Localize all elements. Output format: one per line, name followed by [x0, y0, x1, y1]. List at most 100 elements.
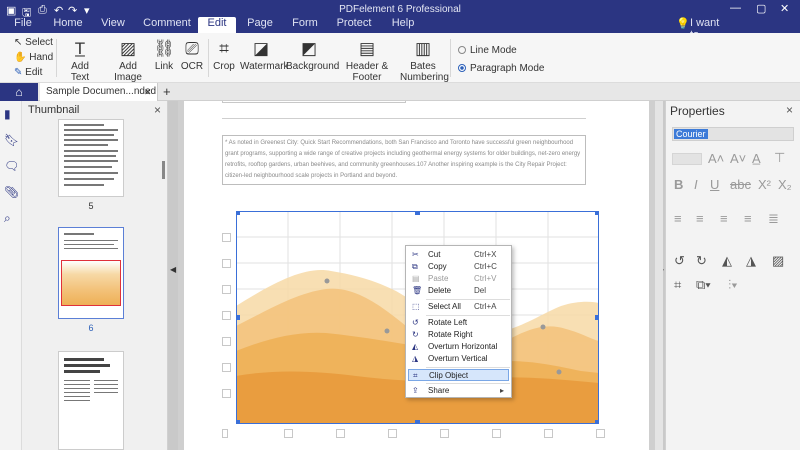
- minimize-button[interactable]: —: [730, 2, 741, 14]
- menu-item-select-all[interactable]: ⬚ Select All Ctrl+A: [408, 301, 509, 313]
- paragraph-text-box[interactable]: * As noted in Greenest City: Quick Start…: [222, 135, 586, 185]
- paragraph-mode-radio[interactable]: Paragraph Mode: [458, 63, 545, 74]
- font-family-select[interactable]: Courier: [672, 127, 794, 141]
- replace-image-icon[interactable]: ▨: [772, 253, 784, 269]
- page-thumbnail-6-selected[interactable]: [58, 227, 124, 319]
- bold-icon[interactable]: B: [674, 177, 683, 192]
- header-footer-icon: ▤: [358, 39, 376, 58]
- increase-font-icon[interactable]: A˄: [708, 151, 724, 166]
- paste-icon: ▤: [412, 274, 420, 283]
- hand-tool[interactable]: ✋ Hand: [14, 52, 53, 63]
- ocr-button[interactable]: ⎚ OCR: [180, 37, 204, 72]
- line-mode-radio[interactable]: Line Mode: [458, 45, 517, 56]
- window-title: PDFelement 6 Professional: [339, 4, 461, 15]
- menu-help[interactable]: Help: [388, 17, 418, 33]
- strikethrough-icon[interactable]: abc: [730, 177, 751, 192]
- menu-item-cut[interactable]: ✂ Cut Ctrl+X: [408, 249, 509, 261]
- menu-item-copy[interactable]: ⧉ Copy Ctrl+C: [408, 261, 509, 273]
- menu-item-share[interactable]: ⇪ Share ▸: [408, 385, 509, 397]
- edit-tool[interactable]: ✎ Edit: [14, 67, 42, 78]
- subscript-icon[interactable]: X₂: [778, 177, 792, 192]
- rotate-left-icon[interactable]: ↺: [674, 253, 685, 269]
- font-size-select[interactable]: [672, 153, 702, 165]
- menu-item-rotate-right[interactable]: ↻ Rotate Right: [408, 329, 509, 341]
- add-text-button[interactable]: T̲ Add Text: [62, 37, 98, 83]
- scissors-icon: ✂: [412, 250, 419, 259]
- attachment-icon[interactable]: 📎︎: [4, 185, 19, 199]
- underline-icon[interactable]: U: [710, 177, 719, 192]
- maximize-button[interactable]: ▢: [756, 2, 766, 15]
- align-left-icon[interactable]: ≡: [674, 211, 682, 226]
- chart-point: [324, 278, 330, 284]
- menu-file[interactable]: File: [8, 17, 38, 33]
- page-thumbnail-7[interactable]: [58, 351, 124, 450]
- home-icon: ⌂: [15, 85, 23, 99]
- italic-icon[interactable]: I: [694, 177, 698, 192]
- text-box-icon[interactable]: ⊤: [774, 150, 785, 166]
- crop-icon[interactable]: ⌗: [674, 277, 681, 293]
- bates-numbering-button[interactable]: ▥ Bates Numbering: [400, 37, 449, 83]
- search-icon[interactable]: ⌕: [4, 211, 11, 226]
- menu-item-overturn-vertical[interactable]: ◮ Overturn Vertical: [408, 353, 509, 365]
- align-objects-icon[interactable]: ⫶▾: [728, 277, 738, 293]
- thumbnail-scrollbar[interactable]: [162, 161, 165, 179]
- menu-item-clip-object[interactable]: ⌗ Clip Object: [408, 369, 509, 381]
- document-scrollbar[interactable]: [655, 101, 663, 450]
- header-footer-button[interactable]: ▤ Header & Footer: [336, 37, 398, 83]
- decrease-font-icon[interactable]: A˅: [730, 151, 746, 166]
- select-tool[interactable]: ↖ Select: [14, 37, 53, 48]
- hand-icon: ✋: [14, 52, 30, 63]
- previous-text-box[interactable]: [222, 101, 406, 103]
- font-color-icon[interactable]: A̲: [752, 151, 761, 166]
- new-tab-button[interactable]: +: [163, 83, 171, 101]
- link-button[interactable]: ⛓ Link: [152, 37, 176, 72]
- crop-button[interactable]: ⌗ Crop: [212, 37, 236, 72]
- share-icon: ⇪: [412, 386, 419, 395]
- flip-horizontal-icon[interactable]: ◭: [722, 253, 732, 269]
- close-tab-icon[interactable]: ✕: [144, 83, 152, 101]
- superscript-icon[interactable]: X²: [758, 177, 771, 192]
- flip-vertical-icon[interactable]: ◮: [746, 253, 756, 269]
- menu-separator: [426, 383, 510, 384]
- menu-item-paste[interactable]: ▤ Paste Ctrl+V: [408, 273, 509, 285]
- thumbnail-icon[interactable]: ▮: [4, 107, 11, 121]
- home-tab[interactable]: ⌂: [0, 83, 38, 101]
- menu-view[interactable]: View: [98, 17, 128, 33]
- collapse-left-panel-icon[interactable]: ◀: [170, 265, 176, 274]
- i-want-to-search[interactable]: I want to...: [690, 17, 736, 41]
- select-all-icon: ⬚: [412, 302, 420, 311]
- properties-close-button[interactable]: ×: [786, 103, 793, 117]
- thumbnail-close-button[interactable]: ×: [154, 103, 161, 117]
- watermark-button[interactable]: ◪ Watermark: [240, 37, 289, 72]
- line-spacing-icon[interactable]: ≣: [768, 211, 779, 227]
- menu-page[interactable]: Page: [244, 17, 276, 33]
- comment-icon[interactable]: 🗨︎: [4, 159, 19, 173]
- bookmark-icon[interactable]: 🔖︎: [4, 133, 19, 147]
- menu-item-delete[interactable]: 🗑︎ Delete Del: [408, 285, 509, 297]
- rotate-right-icon[interactable]: ↻: [696, 253, 707, 269]
- menu-home[interactable]: Home: [50, 17, 86, 33]
- menu-item-rotate-left[interactable]: ↺ Rotate Left: [408, 317, 509, 329]
- close-button[interactable]: ✕: [780, 2, 789, 15]
- menu-protect[interactable]: Protect: [336, 17, 372, 33]
- align-right-icon[interactable]: ≡: [720, 211, 728, 226]
- chart-point: [556, 369, 562, 375]
- menu-form[interactable]: Form: [288, 17, 322, 33]
- title-bar: ▣ 🖫 ⎙ ↶ ↷ ▾ PDFelement 6 Professional — …: [0, 0, 800, 41]
- menu-comment[interactable]: Comment: [142, 17, 192, 33]
- chart-point: [540, 324, 546, 330]
- menu-separator: [426, 299, 510, 300]
- add-image-button[interactable]: ▨ Add Image: [106, 37, 150, 83]
- left-sidebar: ▮ 🔖︎ 🗨︎ 📎︎ ⌕: [0, 101, 22, 450]
- page-thumbnail-5[interactable]: [58, 119, 124, 197]
- justify-icon[interactable]: ≡: [744, 211, 752, 226]
- arrange-icon[interactable]: ⧉▾: [696, 277, 711, 293]
- menu-separator: [426, 315, 510, 316]
- align-center-icon[interactable]: ≡: [696, 211, 704, 226]
- background-button[interactable]: ◩ Background: [286, 37, 339, 72]
- chart-point: [384, 328, 390, 334]
- document-tab[interactable]: Sample Documen...nded ✕: [40, 83, 158, 101]
- ribbon-divider: [208, 39, 209, 77]
- menu-item-overturn-horizontal[interactable]: ◭ Overturn Horizontal: [408, 341, 509, 353]
- menu-edit[interactable]: Edit: [198, 17, 236, 33]
